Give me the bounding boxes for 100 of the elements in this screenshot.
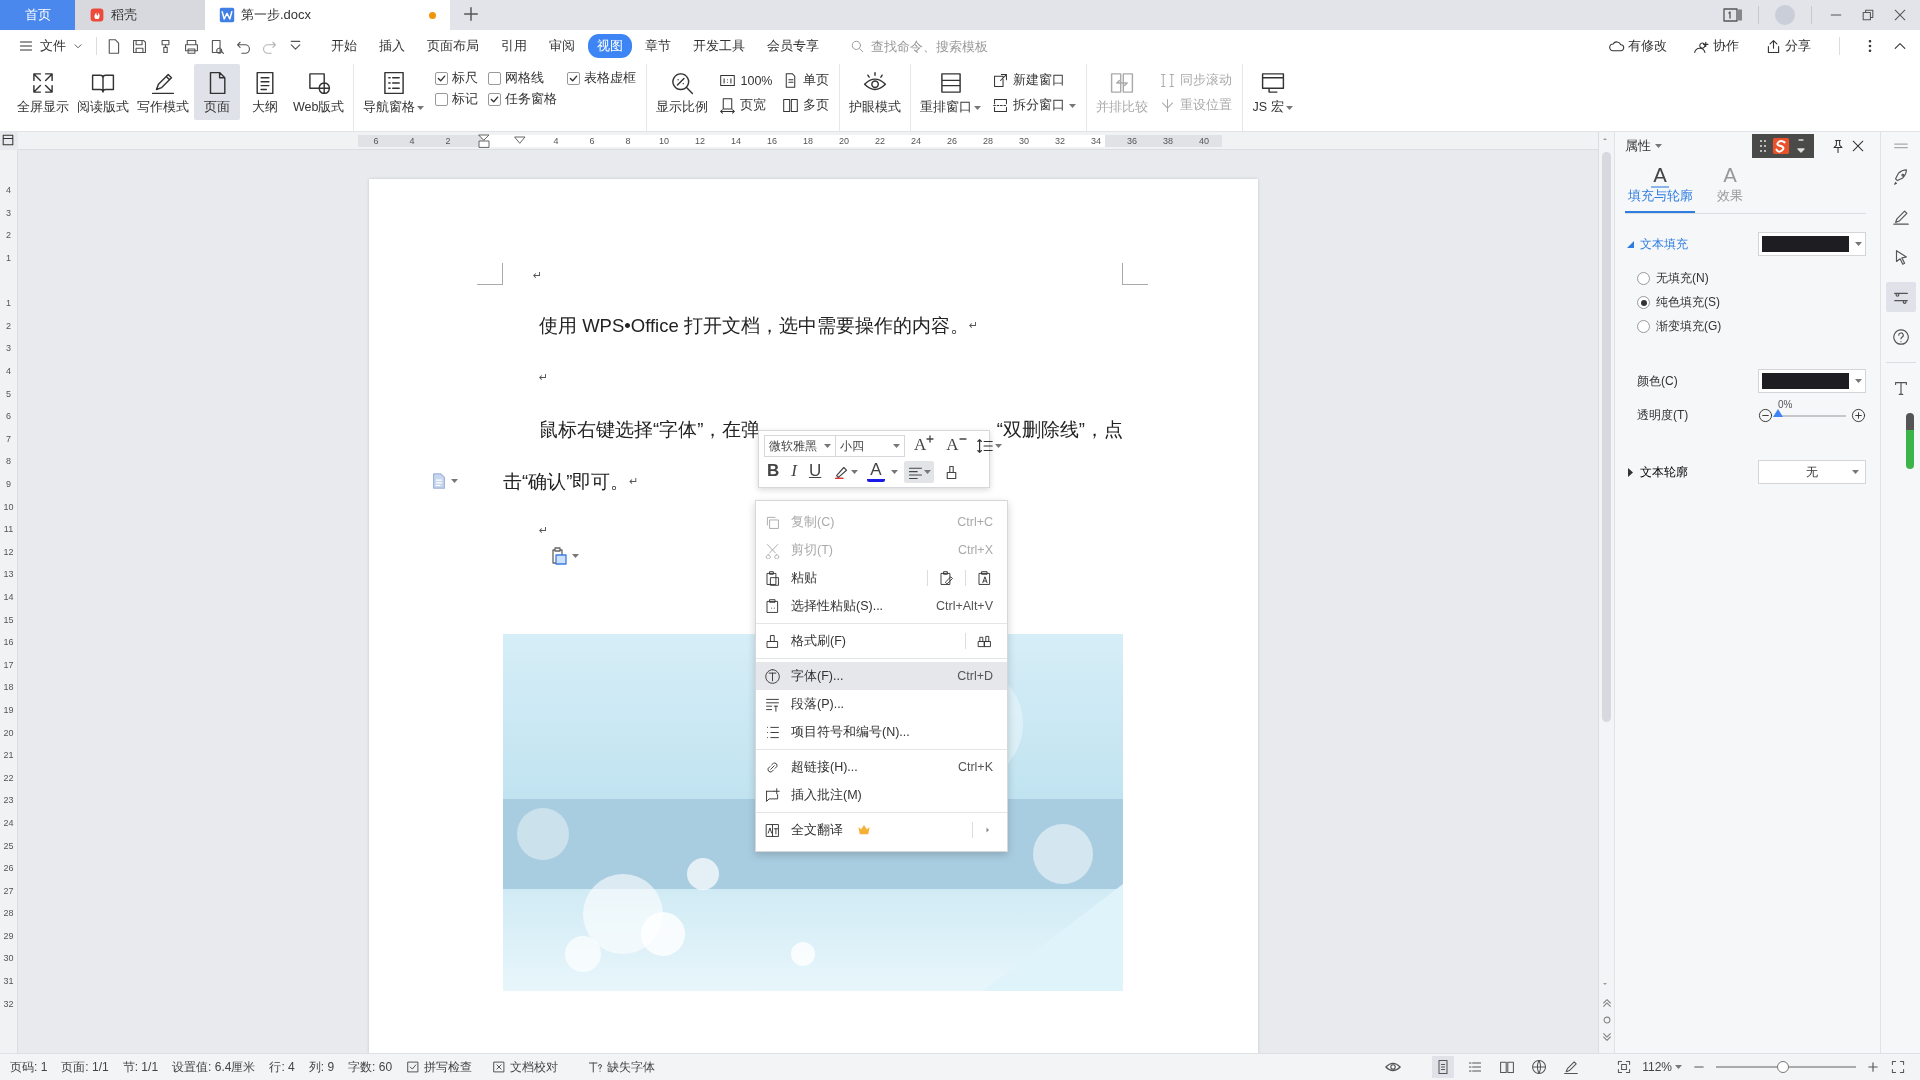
line-spacing-icon[interactable] bbox=[975, 437, 994, 455]
radio-button[interactable] bbox=[1637, 296, 1650, 309]
menu-tab[interactable]: 审阅 bbox=[540, 34, 584, 58]
menu-item[interactable]: 插入批注(M) bbox=[756, 781, 1007, 809]
caret-icon bbox=[1285, 105, 1293, 110]
toolbar-button[interactable]: 协作 bbox=[1687, 36, 1745, 56]
plus-icon[interactable] bbox=[462, 5, 480, 23]
zoom-dropdown[interactable]: 112% bbox=[1642, 1060, 1682, 1074]
print-icon[interactable] bbox=[183, 37, 200, 55]
eye-protection-button[interactable]: 护眼模式 bbox=[846, 64, 905, 120]
tab[interactable]: 稻壳 bbox=[75, 0, 205, 30]
slider-thumb[interactable] bbox=[1777, 1061, 1790, 1073]
proofread-button[interactable]: 文档校对 bbox=[492, 1058, 559, 1076]
view-mode-button[interactable] bbox=[1432, 1056, 1455, 1078]
navigation-pane-button[interactable]: 导航窗格 bbox=[360, 64, 428, 120]
outline-dropdown[interactable]: 无 bbox=[1758, 460, 1866, 484]
toolbar-button[interactable]: 有修改 bbox=[1602, 36, 1673, 56]
color-dropdown[interactable] bbox=[1758, 369, 1866, 393]
paste-edit-icon[interactable] bbox=[938, 569, 955, 587]
menu-tab[interactable]: 开始 bbox=[322, 34, 366, 58]
menu-tab[interactable]: 页面布局 bbox=[418, 34, 488, 58]
slider-thumb[interactable] bbox=[1773, 408, 1783, 417]
menu-tab[interactable]: 引用 bbox=[492, 34, 536, 58]
menu-tab[interactable]: 视图 bbox=[588, 34, 632, 58]
panel-title-dropdown[interactable]: 属性 bbox=[1625, 137, 1662, 155]
writing-mode-button[interactable]: 写作模式 bbox=[134, 64, 192, 120]
checkbox[interactable] bbox=[488, 72, 502, 85]
radio-button[interactable] bbox=[1637, 320, 1650, 333]
menu-item[interactable]: 项目符号和编号(N)... bbox=[756, 718, 1007, 746]
side-tool-button[interactable] bbox=[1885, 282, 1916, 312]
checkbox[interactable] bbox=[488, 93, 502, 106]
menu-item[interactable]: 全文翻译 bbox=[756, 816, 1007, 844]
menu-item[interactable]: 超链接(H)... Ctrl+K bbox=[756, 753, 1007, 781]
color-dropdown[interactable] bbox=[1758, 232, 1866, 256]
search-field[interactable]: 查找命令、搜索模板 bbox=[850, 37, 1009, 55]
fit-page-icon[interactable] bbox=[1616, 1059, 1633, 1075]
close-icon[interactable] bbox=[1850, 138, 1866, 154]
pin-icon[interactable] bbox=[1830, 138, 1846, 154]
panel-tab[interactable]: A 填充与轮廓 bbox=[1625, 162, 1695, 213]
arrange-windows-button[interactable]: 重排窗口 bbox=[917, 64, 985, 120]
outline-button[interactable]: 大纲 bbox=[242, 64, 288, 120]
window-count-icon[interactable] bbox=[1722, 5, 1742, 25]
next-page-icon[interactable] bbox=[1601, 1031, 1612, 1043]
web-layout-button[interactable]: Web版式 bbox=[290, 64, 348, 120]
radio-button[interactable] bbox=[1637, 272, 1650, 285]
menu-tab[interactable]: 会员专享 bbox=[758, 34, 828, 58]
zoom-button[interactable]: 显示比例 bbox=[653, 64, 712, 120]
zoom-in-icon[interactable] bbox=[1866, 1060, 1880, 1074]
section-header[interactable]: 文本填充 bbox=[1625, 235, 1688, 253]
checkbox[interactable] bbox=[567, 72, 581, 85]
italic-button[interactable]: I bbox=[788, 461, 800, 483]
actual-size-button[interactable]: 100% bbox=[719, 70, 773, 91]
decrease-icon[interactable] bbox=[1758, 408, 1773, 423]
menu-tab[interactable]: 插入 bbox=[370, 34, 414, 58]
restore-icon[interactable] bbox=[1860, 7, 1876, 23]
previous-page-icon[interactable] bbox=[1601, 997, 1612, 1009]
font-color-button[interactable]: A bbox=[867, 462, 885, 482]
print-preview-icon[interactable] bbox=[209, 37, 226, 55]
missing-fonts-button[interactable]: 缺失字体 bbox=[588, 1058, 656, 1076]
shrink-font-button[interactable]: A bbox=[943, 435, 970, 457]
file-menu[interactable]: 文件 bbox=[14, 34, 88, 58]
menu-item[interactable]: 选择性粘贴(S)... Ctrl+Alt+V bbox=[756, 592, 1007, 620]
font-dropdown[interactable]: 微软雅黑 bbox=[764, 435, 836, 457]
multiple-pages-button[interactable]: 多页 bbox=[782, 95, 830, 116]
menu-tab[interactable]: 章节 bbox=[636, 34, 680, 58]
page-width-button[interactable]: 页宽 bbox=[719, 95, 773, 116]
spell-check-button[interactable]: 拼写检查 bbox=[406, 1058, 473, 1076]
underline-button[interactable]: U bbox=[805, 461, 825, 483]
menu-item[interactable]: 格式刷(F) bbox=[756, 627, 1007, 655]
grow-font-button[interactable]: A bbox=[911, 435, 938, 457]
section-header[interactable]: 文本轮廓 bbox=[1625, 463, 1688, 481]
page-view-button[interactable]: 页面 bbox=[194, 64, 240, 120]
increase-icon[interactable] bbox=[1851, 408, 1866, 423]
menu-item[interactable]: 粘贴 bbox=[756, 564, 1007, 592]
ime-toolbar[interactable] bbox=[1752, 134, 1814, 158]
macro-button[interactable]: JS 宏 bbox=[1249, 64, 1296, 120]
paste-options-icon[interactable] bbox=[549, 546, 569, 566]
tab[interactable]: 第一步.docx bbox=[205, 0, 450, 30]
split-window-button[interactable]: 拆分窗口 bbox=[992, 95, 1077, 116]
menu-item[interactable]: 段落(P)... bbox=[756, 690, 1007, 718]
fullscreen-button[interactable]: 全屏显示 bbox=[14, 64, 72, 120]
menu-item[interactable]: 字体(F)... Ctrl+D bbox=[756, 662, 1007, 690]
browse-object-icon[interactable] bbox=[1601, 1015, 1612, 1025]
reading-layout-button[interactable]: 阅读版式 bbox=[74, 64, 132, 120]
single-page-button[interactable]: 单页 bbox=[782, 70, 830, 91]
scrollbar-thumb[interactable] bbox=[1602, 152, 1611, 722]
paste-text-icon[interactable] bbox=[976, 569, 993, 587]
font-size-dropdown[interactable]: 小四 bbox=[835, 435, 905, 457]
checkbox[interactable] bbox=[435, 72, 449, 85]
align-button[interactable] bbox=[903, 461, 934, 483]
checkbox[interactable] bbox=[435, 93, 449, 106]
bold-button[interactable]: B bbox=[764, 461, 783, 483]
toolbar-button[interactable]: 分享 bbox=[1759, 36, 1817, 56]
new-window-button[interactable]: 新建窗口 bbox=[992, 70, 1077, 91]
save-icon[interactable] bbox=[131, 37, 148, 55]
paragraph-mark: ↵ bbox=[539, 523, 549, 537]
close-icon[interactable] bbox=[1892, 7, 1908, 23]
menu-tab[interactable]: 开发工具 bbox=[684, 34, 754, 58]
new-window-icon bbox=[992, 72, 1010, 89]
fullscreen-icon[interactable] bbox=[1890, 1059, 1906, 1075]
